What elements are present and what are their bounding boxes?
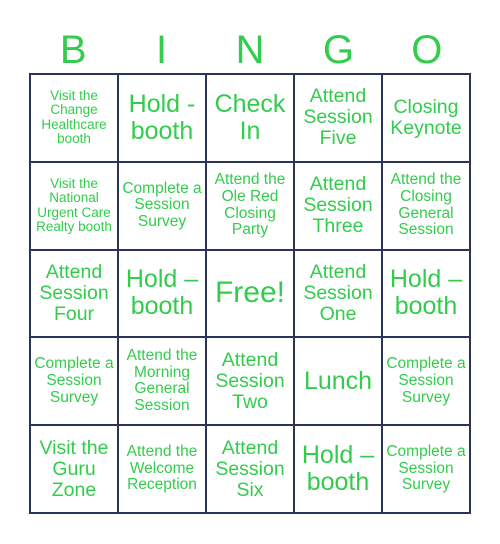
bingo-cell[interactable]: Complete a Session Survey <box>382 337 470 426</box>
bingo-cell[interactable]: Attend Session Three <box>294 161 382 250</box>
header-letter-n: N <box>235 28 265 72</box>
bingo-cell[interactable]: Hold - booth <box>118 74 206 162</box>
bingo-cell[interactable]: Attend Session Four <box>30 249 118 338</box>
header-letter-g: G <box>322 28 354 72</box>
free-space[interactable]: Free! <box>206 249 294 338</box>
bingo-cell[interactable]: Closing Keynote <box>382 74 470 162</box>
header-letter-o: O <box>411 28 443 72</box>
bingo-cell[interactable]: Complete a Session Survey <box>118 161 206 250</box>
bingo-cell[interactable]: Visit the Change Healthcare booth <box>30 74 118 162</box>
bingo-cell[interactable]: Hold – booth <box>382 249 470 338</box>
bingo-cell[interactable]: Hold – booth <box>118 249 206 338</box>
bingo-grid: Visit the Change Healthcare booth Hold -… <box>29 73 471 514</box>
bingo-cell[interactable]: Attend the Ole Red Closing Party <box>206 161 294 250</box>
bingo-cell[interactable]: Complete a Session Survey <box>30 337 118 426</box>
bingo-cell[interactable]: Attend the Morning General Session <box>118 337 206 426</box>
bingo-cell[interactable]: Complete a Session Survey <box>382 425 470 513</box>
header-letter-i: I <box>156 28 168 72</box>
bingo-cell[interactable]: Hold – booth <box>294 425 382 513</box>
bingo-cell[interactable]: Attend the Welcome Reception <box>118 425 206 513</box>
bingo-cell[interactable]: Check In <box>206 74 294 162</box>
bingo-cell[interactable]: Attend Session Five <box>294 74 382 162</box>
bingo-cell[interactable]: Lunch <box>294 337 382 426</box>
bingo-cell[interactable]: Attend Session One <box>294 249 382 338</box>
bingo-cell[interactable]: Attend the Closing General Session <box>382 161 470 250</box>
bingo-cell[interactable]: Attend Session Six <box>206 425 294 513</box>
bingo-cell[interactable]: Visit the National Urgent Care Realty bo… <box>30 161 118 250</box>
bingo-header: B I N G O <box>29 28 471 72</box>
bingo-cell[interactable]: Attend Session Two <box>206 337 294 426</box>
header-letter-b: B <box>59 28 87 72</box>
bingo-cell[interactable]: Visit the Guru Zone <box>30 425 118 513</box>
